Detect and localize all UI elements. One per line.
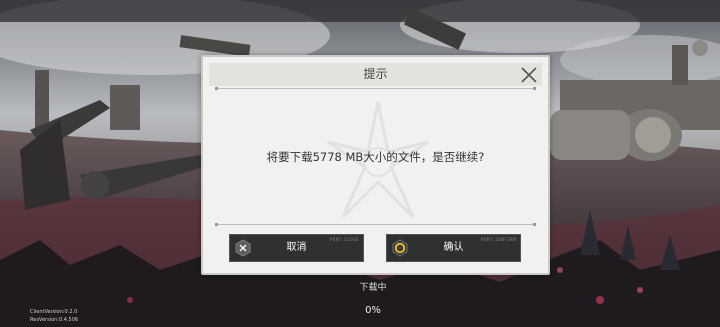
close-button[interactable] <box>518 64 540 86</box>
resource-version: ResVersion:0.4.506 <box>30 317 79 323</box>
confirm-button-label: 确认 <box>443 242 464 253</box>
confirm-button[interactable]: PORT:CONFIRM 确认 <box>386 234 521 262</box>
client-version: ClientVersion:0.2.0 <box>30 309 78 315</box>
bottom-divider <box>215 223 536 226</box>
top-divider <box>215 87 536 90</box>
download-status-label: 下载中 <box>359 283 387 293</box>
dialog-title: 提示 <box>363 67 388 81</box>
download-progress-text: 0% <box>365 305 381 316</box>
cancel-button[interactable]: PORT:CLOSE 取消 <box>229 234 364 262</box>
dialog-header: 提示 <box>209 63 542 86</box>
dialog-message: 将要下载5778 MB大小的文件，是否继续? <box>266 150 485 164</box>
download-confirm-dialog: 提示 将要下载5778 MB大小的文件，是否继续? PORT:CLOSE 取消 <box>201 55 550 275</box>
close-icon <box>521 67 537 83</box>
cancel-button-label: 取消 <box>286 242 307 253</box>
